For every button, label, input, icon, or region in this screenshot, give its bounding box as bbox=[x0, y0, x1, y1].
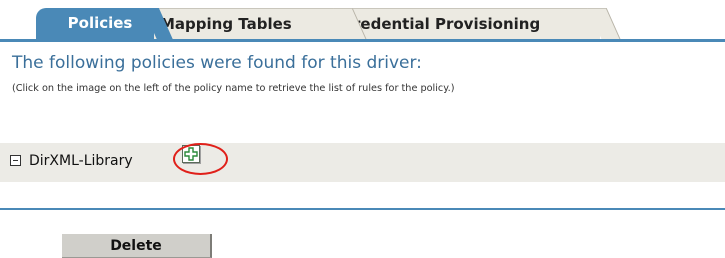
tab-label: Mapping Tables bbox=[160, 15, 292, 33]
policy-name: DirXML-Library bbox=[29, 153, 133, 169]
minus-square-icon[interactable] bbox=[10, 155, 21, 166]
plus-cross-icon[interactable] bbox=[182, 145, 200, 163]
section-divider bbox=[0, 208, 725, 210]
policy-row: DirXML-Library bbox=[0, 143, 725, 182]
delete-button[interactable]: Delete bbox=[62, 234, 212, 258]
tab-policies[interactable]: Policies bbox=[36, 8, 154, 40]
tab-bar: Credential Provisioning Mapping Tables P… bbox=[0, 0, 725, 42]
tab-underline bbox=[0, 39, 725, 42]
tab-label: Credential Provisioning bbox=[342, 15, 541, 33]
minus-glyph bbox=[13, 160, 18, 161]
page-heading: The following policies were found for th… bbox=[12, 53, 422, 73]
tab-label: Policies bbox=[67, 14, 133, 32]
tab-mapping-tables[interactable]: Mapping Tables bbox=[150, 8, 346, 40]
plus-cross-glyph bbox=[184, 147, 198, 161]
instruction-text: (Click on the image on the left of the p… bbox=[12, 83, 455, 94]
tab-credential-provisioning[interactable]: Credential Provisioning bbox=[326, 8, 600, 40]
